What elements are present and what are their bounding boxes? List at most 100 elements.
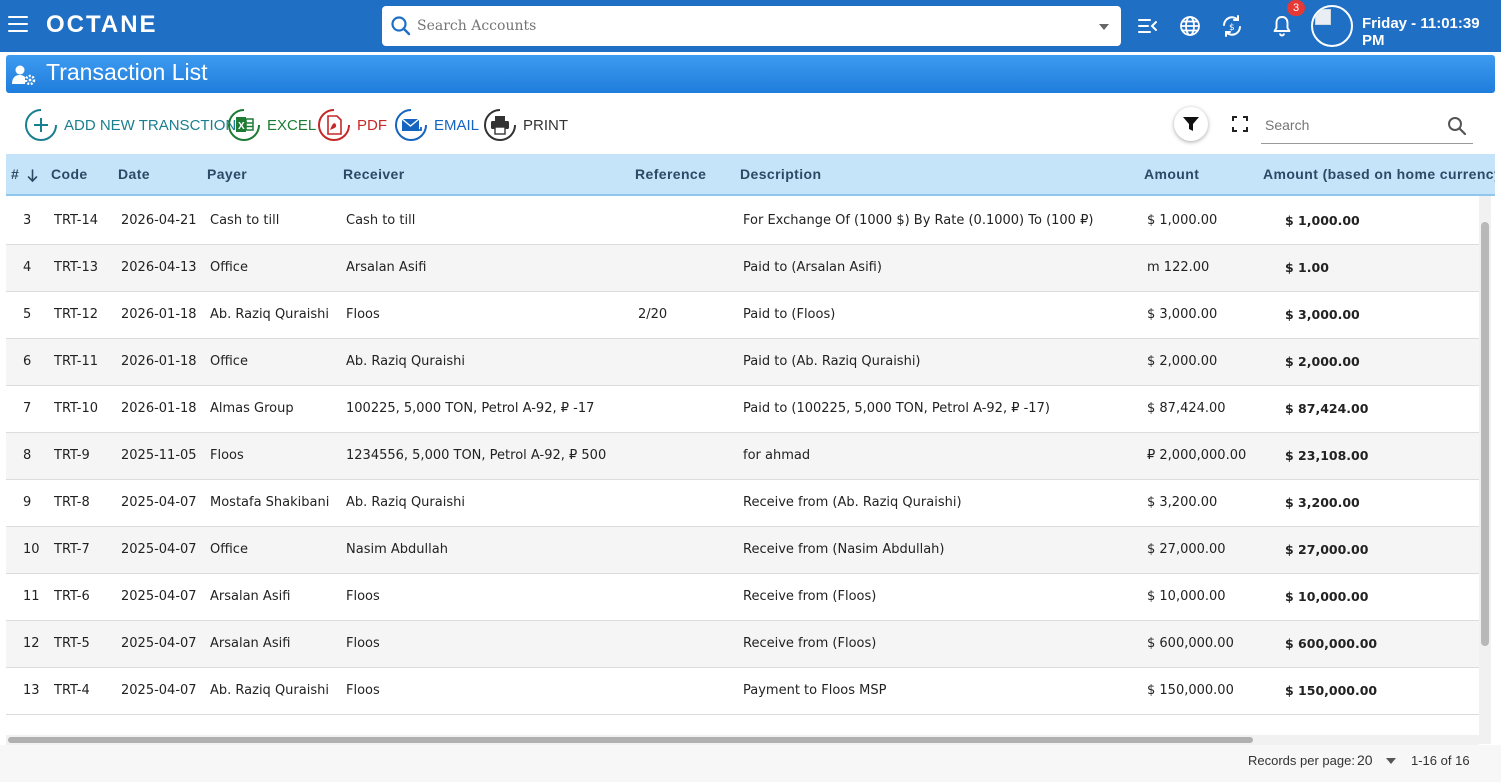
cell-code: TRT-9 bbox=[54, 448, 90, 463]
cell-code: TRT-12 bbox=[54, 307, 99, 322]
cell-date: 2025-04-07 bbox=[121, 683, 197, 698]
cell-home-amount: $ 2,000.00 bbox=[1285, 354, 1360, 369]
add-transaction-label: ADD NEW TRANSCTION bbox=[64, 116, 237, 134]
cell-payer: Cash to till bbox=[210, 213, 280, 228]
cell-number: 8 bbox=[23, 448, 32, 463]
cell-date: 2025-04-07 bbox=[121, 495, 197, 510]
cell-receiver: 100225, 5,000 TON, Petrol A-92, ₽ -17 bbox=[346, 401, 595, 416]
cell-payer: Office bbox=[210, 354, 248, 369]
collapse-menu-icon[interactable] bbox=[1136, 14, 1160, 38]
cell-number: 10 bbox=[23, 542, 40, 557]
cell-code: TRT-4 bbox=[54, 683, 90, 698]
table-header: # Code Date Payer Receiver Reference Des… bbox=[6, 154, 1495, 196]
page-range: 1-16 of 16 bbox=[1411, 753, 1470, 768]
cell-description: Paid to (Ab. Raziq Quraishi) bbox=[743, 354, 921, 369]
print-label: PRINT bbox=[523, 116, 568, 134]
table-search-input[interactable] bbox=[1265, 115, 1435, 135]
cell-date: 2026-01-18 bbox=[121, 307, 197, 322]
notification-bell-icon[interactable] bbox=[1270, 14, 1294, 38]
vertical-scrollbar-thumb[interactable] bbox=[1481, 222, 1489, 646]
column-header-code[interactable]: Code bbox=[51, 166, 88, 182]
table-row[interactable]: 6 TRT-11 2026-01-18 Office Ab. Raziq Qur… bbox=[6, 339, 1480, 386]
pdf-label: PDF bbox=[357, 116, 387, 134]
horizontal-scrollbar[interactable] bbox=[6, 735, 1479, 745]
cell-number: 9 bbox=[23, 495, 32, 510]
table-body: 3 TRT-14 2026-04-21 Cash to till Cash to… bbox=[6, 198, 1480, 715]
chevron-down-icon[interactable] bbox=[1386, 758, 1396, 764]
cell-description: Receive from (Floos) bbox=[743, 589, 877, 604]
sort-arrow-down-icon[interactable] bbox=[27, 169, 38, 183]
table-row[interactable]: 4 TRT-13 2026-04-13 Office Arsalan Asifi… bbox=[6, 245, 1480, 292]
cell-description: Receive from (Nasim Abdullah) bbox=[743, 542, 945, 557]
svg-text:$: $ bbox=[1229, 23, 1235, 33]
avatar[interactable] bbox=[1311, 5, 1353, 47]
records-per-page-select[interactable]: 20 bbox=[1357, 752, 1373, 768]
cell-date: 2026-01-18 bbox=[121, 401, 197, 416]
table-row[interactable]: 12 TRT-5 2025-04-07 Arsalan Asifi Floos … bbox=[6, 621, 1480, 668]
email-button[interactable]: EMAIL bbox=[394, 108, 479, 142]
excel-button[interactable]: X EXCEL bbox=[227, 108, 316, 142]
cell-amount: $ 2,000.00 bbox=[1147, 354, 1218, 369]
print-icon bbox=[484, 109, 516, 141]
cell-description: for ahmad bbox=[743, 448, 811, 463]
column-header-reference[interactable]: Reference bbox=[635, 166, 706, 182]
table-row[interactable]: 10 TRT-7 2025-04-07 Office Nasim Abdulla… bbox=[6, 527, 1480, 574]
cell-number: 3 bbox=[23, 213, 32, 228]
horizontal-scrollbar-thumb[interactable] bbox=[8, 737, 1253, 743]
filter-button[interactable] bbox=[1174, 107, 1208, 141]
cell-description: Paid to (Floos) bbox=[743, 307, 836, 322]
column-header-number[interactable]: # bbox=[11, 166, 19, 182]
pdf-button[interactable]: PDF bbox=[317, 108, 387, 142]
cell-home-amount: $ 23,108.00 bbox=[1285, 448, 1369, 463]
column-header-description[interactable]: Description bbox=[740, 166, 821, 182]
vertical-scrollbar[interactable] bbox=[1479, 196, 1491, 744]
cell-receiver: Floos bbox=[346, 589, 380, 604]
cell-payer: Ab. Raziq Quraishi bbox=[210, 307, 329, 322]
cell-number: 6 bbox=[23, 354, 32, 369]
column-header-home-amount[interactable]: Amount (based on home currency) bbox=[1263, 166, 1495, 182]
menu-icon[interactable] bbox=[8, 16, 28, 34]
cell-payer: Arsalan Asifi bbox=[210, 636, 291, 651]
table-row[interactable]: 8 TRT-9 2025-11-05 Floos 1234556, 5,000 … bbox=[6, 433, 1480, 480]
table-row[interactable]: 7 TRT-10 2026-01-18 Almas Group 100225, … bbox=[6, 386, 1480, 433]
table-row[interactable]: 5 TRT-12 2026-01-18 Ab. Raziq Quraishi F… bbox=[6, 292, 1480, 339]
print-button[interactable]: PRINT bbox=[483, 108, 568, 142]
cell-description: Paid to (Arsalan Asifi) bbox=[743, 260, 882, 275]
cell-date: 2026-04-21 bbox=[121, 213, 197, 228]
cell-payer: Ab. Raziq Quraishi bbox=[210, 683, 329, 698]
fullscreen-icon[interactable] bbox=[1232, 116, 1248, 132]
cell-number: 13 bbox=[23, 683, 40, 698]
cell-amount: $ 3,200.00 bbox=[1147, 495, 1218, 510]
cell-code: TRT-6 bbox=[54, 589, 90, 604]
cell-payer: Floos bbox=[210, 448, 244, 463]
table-row[interactable]: 3 TRT-14 2026-04-21 Cash to till Cash to… bbox=[6, 198, 1480, 245]
column-header-amount[interactable]: Amount bbox=[1144, 166, 1199, 182]
cell-receiver: Floos bbox=[346, 307, 380, 322]
search-icon[interactable] bbox=[1447, 116, 1467, 136]
table-row[interactable]: 13 TRT-4 2025-04-07 Ab. Raziq Quraishi F… bbox=[6, 668, 1480, 715]
avatar-image bbox=[1315, 9, 1331, 25]
chevron-down-icon[interactable] bbox=[1099, 24, 1109, 30]
cell-home-amount: $ 3,000.00 bbox=[1285, 307, 1360, 322]
pagination-bar: Records per page: 20 1-16 of 16 bbox=[0, 745, 1501, 782]
sync-icon[interactable]: $ bbox=[1220, 14, 1244, 38]
search-icon bbox=[391, 16, 411, 36]
column-header-payer[interactable]: Payer bbox=[207, 166, 247, 182]
cell-number: 4 bbox=[23, 260, 32, 275]
account-search-input[interactable] bbox=[417, 15, 1097, 37]
table-search[interactable] bbox=[1261, 108, 1473, 144]
cell-payer: Mostafa Shakibani bbox=[210, 495, 330, 510]
account-search[interactable] bbox=[382, 6, 1121, 46]
column-header-date[interactable]: Date bbox=[118, 166, 150, 182]
cell-amount: $ 150,000.00 bbox=[1147, 683, 1234, 698]
cell-amount: $ 3,000.00 bbox=[1147, 307, 1218, 322]
globe-icon[interactable] bbox=[1178, 14, 1202, 38]
cell-receiver: Nasim Abdullah bbox=[346, 542, 448, 557]
cell-date: 2025-04-07 bbox=[121, 636, 197, 651]
user-settings-icon bbox=[12, 65, 36, 86]
table-row[interactable]: 11 TRT-6 2025-04-07 Arsalan Asifi Floos … bbox=[6, 574, 1480, 621]
column-header-receiver[interactable]: Receiver bbox=[343, 166, 405, 182]
table-row[interactable]: 9 TRT-8 2025-04-07 Mostafa Shakibani Ab.… bbox=[6, 480, 1480, 527]
cell-payer: Almas Group bbox=[210, 401, 294, 416]
add-transaction-button[interactable]: ADD NEW TRANSCTION bbox=[24, 108, 236, 142]
